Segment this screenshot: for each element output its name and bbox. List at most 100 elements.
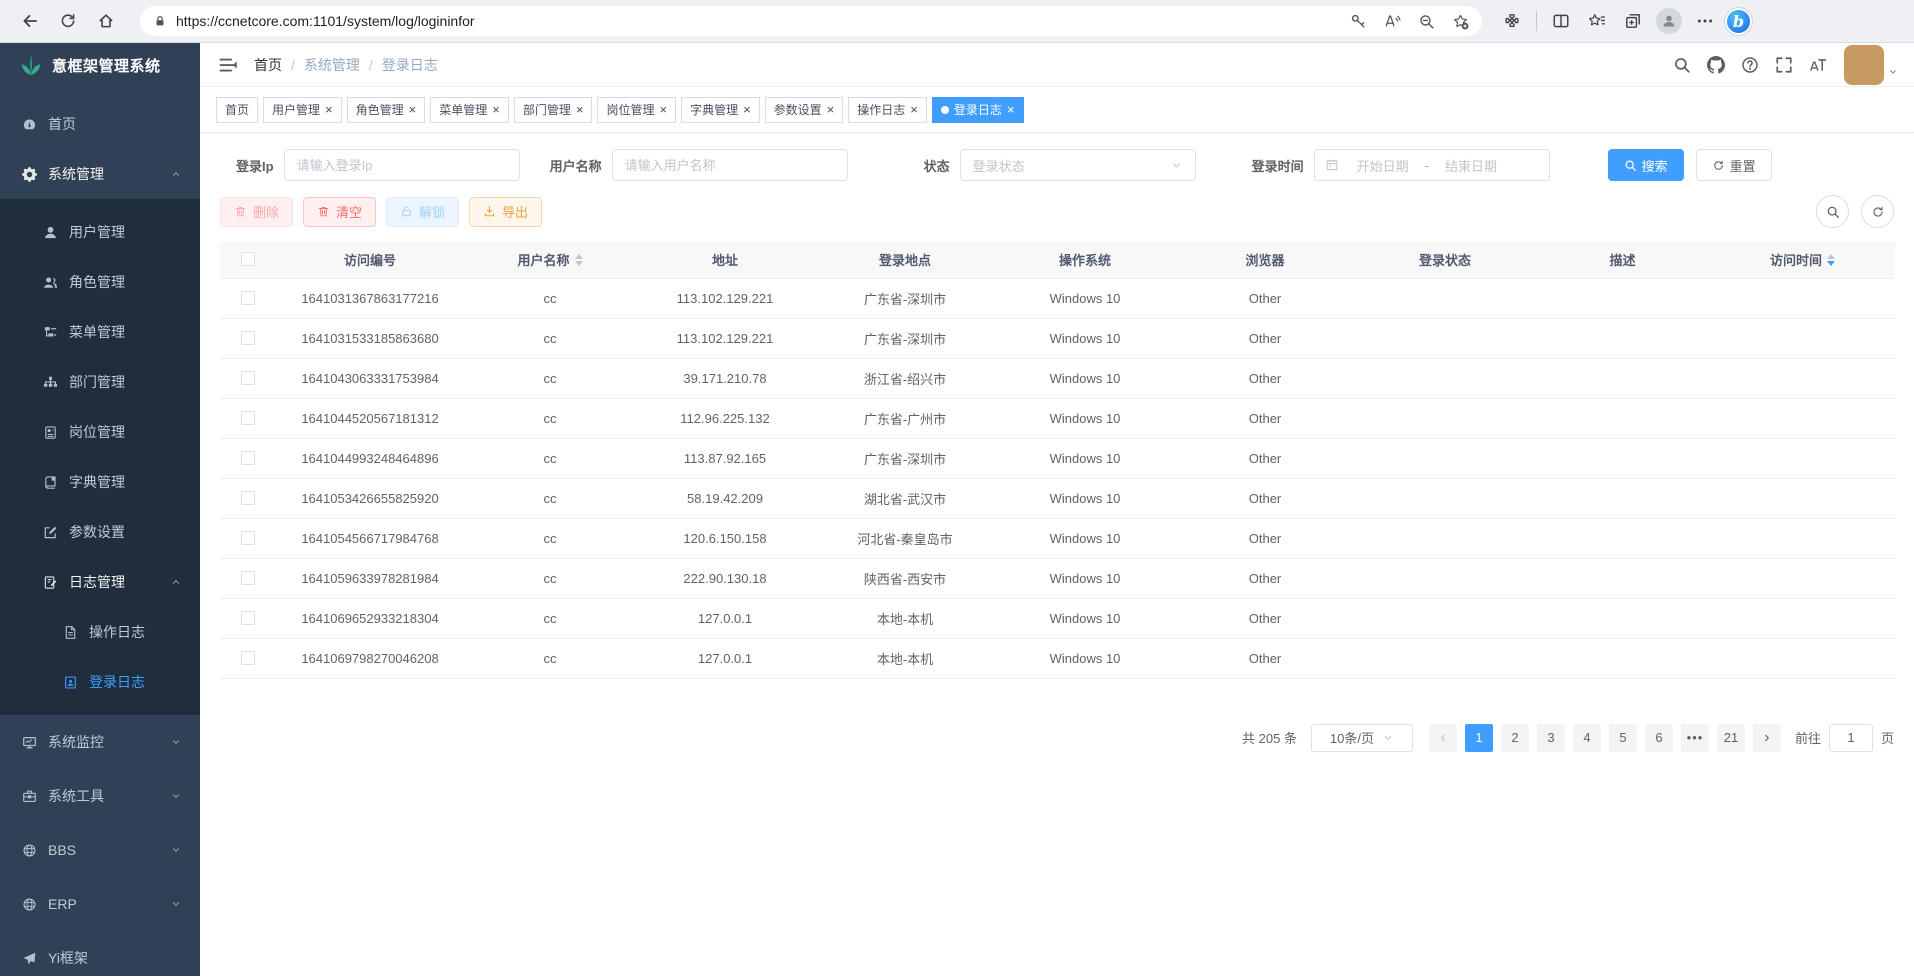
select-all-checkbox[interactable] <box>241 252 255 266</box>
tab-dept[interactable]: 部门管理 × <box>514 97 593 123</box>
sidebar-item-home[interactable]: 首页 <box>0 99 200 149</box>
sort-desc-icon[interactable] <box>575 261 583 266</box>
table-row[interactable]: 1641053426655825920cc58.19.42.209湖北省-武汉市… <box>220 478 1895 518</box>
status-select[interactable]: 登录状态 <box>960 149 1196 181</box>
zoom-out-icon[interactable] <box>1412 7 1440 35</box>
sort-desc-icon[interactable] <box>1827 261 1835 266</box>
row-checkbox[interactable] <box>241 491 255 505</box>
table-row[interactable]: 1641054566717984768cc120.6.150.158河北省-秦皇… <box>220 518 1895 558</box>
page-button-5[interactable]: 5 <box>1609 724 1637 752</box>
clear-button[interactable]: 清空 <box>303 197 376 227</box>
close-icon[interactable]: × <box>576 103 584 116</box>
table-row[interactable]: 1641043063331753984cc39.171.210.78浙江省-绍兴… <box>220 358 1895 398</box>
split-screen-icon[interactable] <box>1545 5 1577 37</box>
url-text[interactable]: https://ccnetcore.com:1101/system/log/lo… <box>176 13 1338 29</box>
sidebar-item-dict[interactable]: 字典管理 <box>0 457 200 507</box>
page-size-select[interactable]: 10条/页 <box>1311 724 1413 752</box>
start-date-placeholder[interactable]: 开始日期 <box>1347 156 1419 175</box>
page-button-6[interactable]: 6 <box>1645 724 1673 752</box>
tab-post[interactable]: 岗位管理 × <box>597 97 676 123</box>
page-button-1[interactable]: 1 <box>1465 724 1493 752</box>
sidebar-item-monitor[interactable]: 系统监控 <box>0 715 200 769</box>
delete-button[interactable]: 删除 <box>220 197 293 227</box>
fullscreen-icon[interactable] <box>1768 49 1800 81</box>
sidebar-item-param[interactable]: 参数设置 <box>0 507 200 557</box>
font-size-icon[interactable] <box>1802 49 1834 81</box>
sidebar-item-tool[interactable]: 系统工具 <box>0 769 200 823</box>
sidebar-item-system[interactable]: 系统管理 <box>0 149 200 199</box>
table-row[interactable]: 1641031533185863680cc113.102.129.221广东省-… <box>220 318 1895 358</box>
close-icon[interactable]: × <box>325 103 333 116</box>
row-checkbox[interactable] <box>241 411 255 425</box>
row-checkbox[interactable] <box>241 451 255 465</box>
close-icon[interactable]: × <box>409 103 417 116</box>
page-button-4[interactable]: 4 <box>1573 724 1601 752</box>
bing-chat-icon[interactable]: b <box>1725 8 1752 35</box>
table-row[interactable]: 1641044993248464896cc113.87.92.165广东省-深圳… <box>220 438 1895 478</box>
end-date-placeholder[interactable]: 结束日期 <box>1435 156 1507 175</box>
tab-home[interactable]: 首页 <box>216 97 258 123</box>
tab-param[interactable]: 参数设置 × <box>765 97 844 123</box>
sidebar-item-post[interactable]: 岗位管理 <box>0 407 200 457</box>
sort-asc-icon[interactable] <box>1827 254 1835 259</box>
row-checkbox[interactable] <box>241 611 255 625</box>
sidebar-item-menu[interactable]: 菜单管理 <box>0 307 200 357</box>
sidebar-item-user[interactable]: 用户管理 <box>0 207 200 257</box>
next-page-button[interactable] <box>1753 724 1781 752</box>
page-button-2[interactable]: 2 <box>1501 724 1529 752</box>
column-header-time[interactable]: 访问时间 <box>1710 242 1895 278</box>
collections-icon[interactable] <box>1617 5 1649 37</box>
tab-user[interactable]: 用户管理 × <box>263 97 342 123</box>
address-bar[interactable]: https://ccnetcore.com:1101/system/log/lo… <box>140 6 1482 36</box>
search-button[interactable]: 搜索 <box>1608 149 1684 181</box>
browser-refresh-button[interactable] <box>52 5 84 37</box>
row-checkbox[interactable] <box>241 651 255 665</box>
table-row[interactable]: 1641059633978281984cc222.90.130.18陕西省-西安… <box>220 558 1895 598</box>
page-button-3[interactable]: 3 <box>1537 724 1565 752</box>
browser-home-button[interactable] <box>90 5 122 37</box>
sidebar-item-operlog[interactable]: 操作日志 <box>0 607 200 657</box>
sidebar-collapse-icon[interactable] <box>218 55 238 75</box>
browser-back-button[interactable] <box>14 5 46 37</box>
close-icon[interactable]: × <box>659 103 667 116</box>
close-icon[interactable]: × <box>743 103 751 116</box>
row-checkbox[interactable] <box>241 331 255 345</box>
row-checkbox[interactable] <box>241 371 255 385</box>
column-header-userName[interactable]: 用户名称 <box>465 242 635 278</box>
row-checkbox[interactable] <box>241 291 255 305</box>
sidebar-item-erp[interactable]: ERP <box>0 877 200 931</box>
user-name-input[interactable] <box>612 149 848 181</box>
sort-carets[interactable] <box>575 254 583 266</box>
export-button[interactable]: 导出 <box>469 197 542 227</box>
tab-loginlog[interactable]: 登录日志 × <box>932 97 1024 123</box>
toggle-search-button[interactable] <box>1816 195 1849 228</box>
add-favorite-icon[interactable] <box>1446 7 1474 35</box>
date-range-picker[interactable]: 开始日期 - 结束日期 <box>1314 149 1550 181</box>
github-icon[interactable] <box>1700 49 1732 81</box>
table-row[interactable]: 1641069798270046208cc127.0.0.1本地-本机Windo… <box>220 638 1895 678</box>
close-icon[interactable]: × <box>827 103 835 116</box>
unlock-button[interactable]: 解锁 <box>386 197 459 227</box>
tab-menu[interactable]: 菜单管理 × <box>430 97 509 123</box>
avatar-caret-icon[interactable] <box>1888 64 1898 82</box>
breadcrumb-home[interactable]: 首页 <box>254 55 282 75</box>
tab-dict[interactable]: 字典管理 × <box>681 97 760 123</box>
reset-button[interactable]: 重置 <box>1696 149 1772 181</box>
sidebar-item-logmgr[interactable]: 日志管理 <box>0 557 200 607</box>
refresh-table-button[interactable] <box>1861 195 1894 228</box>
row-checkbox[interactable] <box>241 571 255 585</box>
table-row[interactable]: 1641069652933218304cc127.0.0.1本地-本机Windo… <box>220 598 1895 638</box>
extensions-icon[interactable] <box>1496 5 1528 37</box>
browser-profile-avatar[interactable] <box>1653 5 1685 37</box>
goto-page-input[interactable] <box>1829 724 1873 752</box>
tab-role[interactable]: 角色管理 × <box>347 97 426 123</box>
close-icon[interactable]: × <box>1007 103 1015 116</box>
prev-page-button[interactable] <box>1429 724 1457 752</box>
more-pages-button[interactable]: ••• <box>1681 724 1709 752</box>
sidebar-item-role[interactable]: 角色管理 <box>0 257 200 307</box>
favorites-icon[interactable] <box>1581 5 1613 37</box>
sidebar-item-yiframe[interactable]: Yi框架 <box>0 931 200 976</box>
sort-carets[interactable] <box>1827 254 1835 266</box>
login-ip-input[interactable] <box>284 149 520 181</box>
table-row[interactable]: 1641031367863177216cc113.102.129.221广东省-… <box>220 278 1895 318</box>
